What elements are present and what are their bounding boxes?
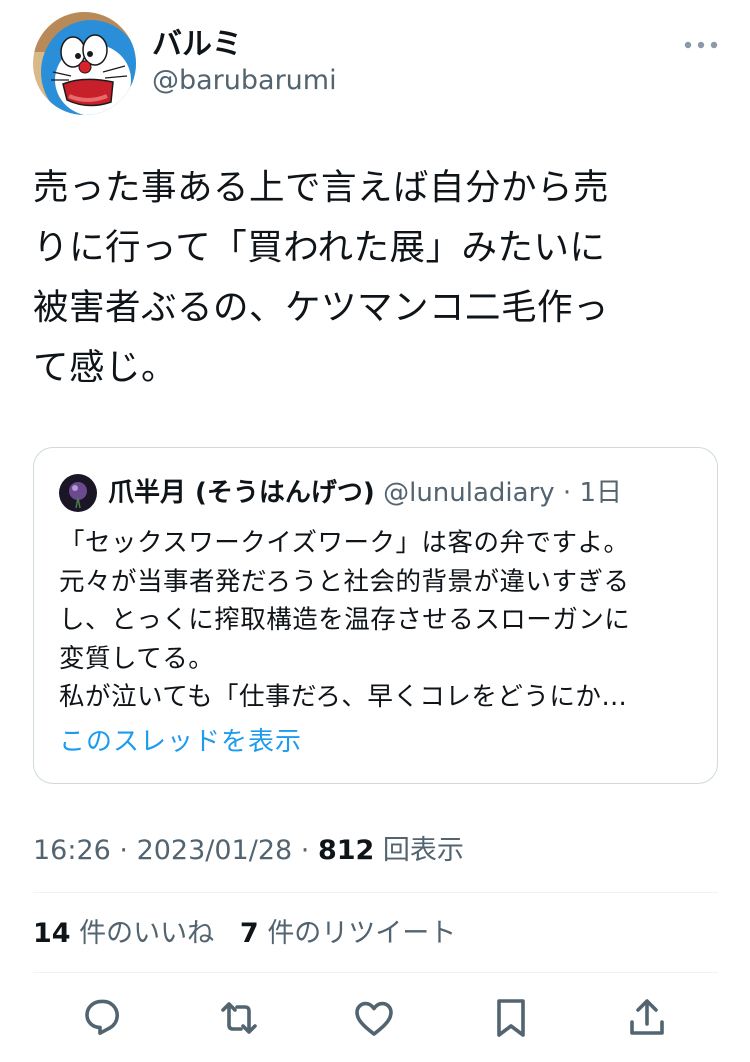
like-icon[interactable] (350, 994, 398, 1042)
bookmark-icon[interactable] (487, 994, 535, 1042)
quote-separator: · (554, 478, 580, 508)
likes-stat[interactable]: 14 件のいいね (33, 918, 214, 949)
author-handle[interactable]: @barubarumi (152, 63, 337, 99)
quote-text: 「セックスワークイズワーク」は客の弁ですよ。 元々が当事者発だろうと社会的背景が… (59, 528, 631, 712)
author-display-name[interactable]: バルミ (152, 25, 242, 65)
tweet-stats: 14 件のいいね 7 件のリツイート (33, 916, 456, 952)
likes-count: 14 (33, 918, 71, 949)
quote-display-name[interactable]: 爪半月 (そうはんげつ) (108, 478, 375, 508)
author-avatar[interactable] (33, 12, 136, 115)
views-label: 回表示 (382, 835, 464, 866)
quote-avatar-image (59, 474, 97, 512)
retweets-label: 件のリツイート (267, 918, 457, 949)
quote-handle[interactable]: @lunuladiary (383, 478, 555, 508)
divider (33, 972, 718, 973)
meta-separator: · (110, 835, 137, 866)
tweet-date[interactable]: 2023/01/28 (137, 835, 293, 866)
retweets-stat[interactable]: 7 件のリツイート (240, 918, 456, 949)
show-thread-link[interactable]: このスレッドを表示 (59, 724, 302, 760)
share-icon[interactable] (623, 994, 671, 1042)
more-icon[interactable] (684, 37, 718, 53)
divider (33, 892, 718, 893)
retweets-count: 7 (239, 918, 259, 949)
meta-separator: · (292, 835, 318, 866)
quote-header: 爪半月 (そうはんげつ) @lunuladiary · 1日 (108, 475, 622, 511)
tweet-text: 売った事ある上で言えば自分から売 りに行って「買われた展」みたいに 被害者ぶるの… (33, 167, 610, 388)
reply-icon[interactable] (78, 994, 126, 1042)
quote-author-avatar[interactable] (59, 474, 97, 512)
tweet-time[interactable]: 16:26 (33, 835, 111, 866)
avatar-image (33, 12, 136, 115)
retweet-icon[interactable] (215, 994, 263, 1042)
views-count: 812 (317, 835, 375, 866)
quote-time[interactable]: 1日 (579, 478, 622, 508)
tweet-meta: 16:26 · 2023/01/28 · 812 回表示 (33, 833, 464, 869)
quoted-tweet[interactable]: 爪半月 (そうはんげつ) @lunuladiary · 1日 「セックスワークイ… (33, 447, 718, 784)
action-bar (0, 990, 750, 1046)
likes-label: 件のいいね (79, 918, 215, 949)
